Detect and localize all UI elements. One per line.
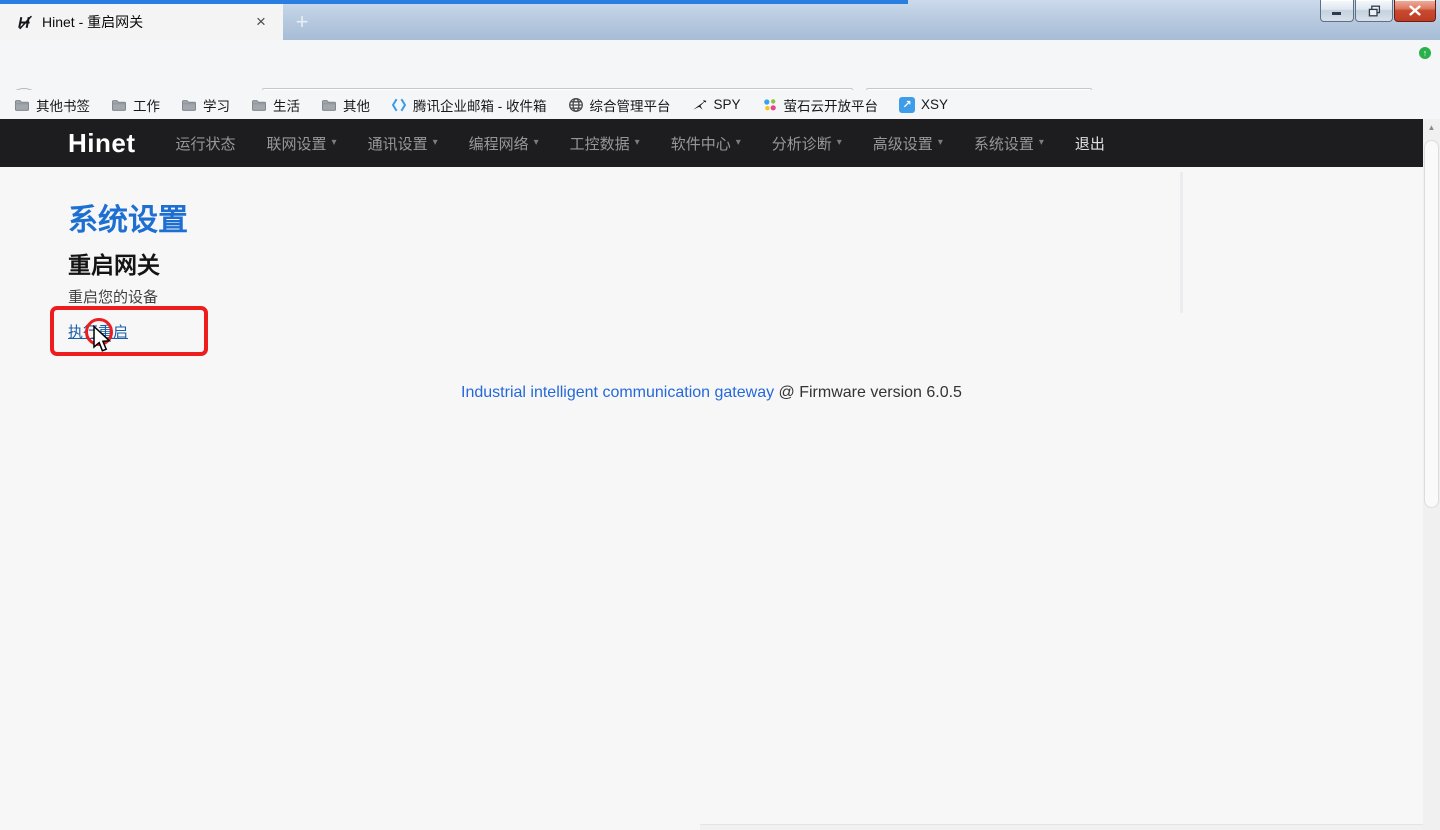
annotation-red-box	[50, 306, 208, 356]
window-controls	[1319, 0, 1436, 22]
chevron-down-icon: ▾	[332, 138, 337, 148]
scrollbar-thumb[interactable]	[1424, 140, 1439, 508]
bookmark-label: SPY	[714, 97, 741, 112]
chevron-down-icon: ▾	[635, 138, 640, 148]
bookmark-item[interactable]: SPY	[692, 93, 741, 117]
site-nav-item[interactable]: 工控数据 ▾	[570, 133, 640, 154]
bookmark-icon	[14, 97, 30, 113]
bookmark-label: 学习	[203, 95, 230, 115]
footer-gateway-link[interactable]: Industrial intelligent communication gat…	[461, 384, 774, 401]
site-nav-item-label: 工控数据	[570, 133, 630, 154]
site-nav-item-label: 软件中心	[671, 133, 731, 154]
bookmark-item[interactable]: 萤石云开放平台	[762, 93, 879, 117]
bookmark-item[interactable]: 腾讯企业邮箱 - 收件箱	[391, 93, 547, 117]
content-divider	[1180, 172, 1183, 313]
bookmark-icon	[692, 97, 708, 113]
close-window-button[interactable]	[1394, 0, 1436, 22]
restore-button[interactable]	[1355, 0, 1393, 22]
bookmark-label: 综合管理平台	[590, 95, 671, 115]
site-nav-item[interactable]: 运行状态	[176, 133, 236, 154]
hinet-favicon-icon	[16, 14, 33, 31]
bookmarks-bar: 其他书签 工作 学习 生活 其他 腾讯企业邮箱 - 收件箱 综合管理平台 SPY…	[0, 90, 1440, 119]
site-nav-item-label: 系统设置	[974, 133, 1034, 154]
bookmark-label: 其他书签	[36, 95, 90, 115]
site-nav-item[interactable]: 分析诊断 ▾	[772, 133, 842, 154]
site-nav-item[interactable]: 通讯设置 ▾	[368, 133, 438, 154]
footer-version-text: @ Firmware version 6.0.5	[774, 384, 962, 401]
site-nav-item[interactable]: 高级设置 ▾	[873, 133, 943, 154]
bookmark-icon	[568, 97, 584, 113]
site-nav-item-label: 联网设置	[267, 133, 327, 154]
site-nav-item-label: 运行状态	[176, 133, 236, 154]
new-tab-button[interactable]: +	[286, 8, 318, 36]
page-description: 重启您的设备	[68, 286, 158, 307]
browser-tab[interactable]: Hinet - 重启网关 ×	[0, 4, 283, 40]
site-navbar: Hinet 运行状态 联网设置 ▾ 通讯设置 ▾ 编程网络 ▾ 工控数据 ▾ 软…	[0, 119, 1423, 167]
bookmark-label: 萤石云开放平台	[784, 95, 879, 115]
bookmark-label: XSY	[921, 97, 948, 112]
mouse-cursor-icon	[91, 325, 113, 355]
site-nav-item-label: 高级设置	[873, 133, 933, 154]
site-nav-item[interactable]: 编程网络 ▾	[469, 133, 539, 154]
bookmark-item[interactable]: 生活	[251, 93, 300, 117]
site-brand[interactable]: Hinet	[68, 128, 136, 159]
site-nav-item-label: 编程网络	[469, 133, 529, 154]
chevron-down-icon: ▾	[837, 138, 842, 148]
bookmark-label: 其他	[343, 95, 370, 115]
page-title: 重启网关	[68, 246, 160, 280]
bookmark-item[interactable]: 其他	[321, 93, 370, 117]
update-badge: ↑	[1418, 46, 1432, 60]
bookmark-item[interactable]: 工作	[111, 93, 160, 117]
bookmark-item[interactable]: 综合管理平台	[568, 93, 671, 117]
scroll-up-icon[interactable]: ▲	[1423, 119, 1440, 135]
bookmark-icon	[391, 97, 407, 113]
bookmark-item[interactable]: 学习	[181, 93, 230, 117]
bookmark-icon	[321, 97, 337, 113]
bookmark-item[interactable]: ↗ XSY	[899, 93, 948, 117]
site-nav-item[interactable]: 系统设置 ▾	[974, 133, 1044, 154]
site-nav-item-label: 退出	[1075, 133, 1105, 154]
section-title: 系统设置	[68, 195, 188, 239]
site-nav-item[interactable]: 软件中心 ▾	[671, 133, 741, 154]
tab-close-icon[interactable]: ×	[249, 10, 273, 34]
window-titlebar: Hinet - 重启网关 × +	[0, 0, 1440, 40]
page-footer: Industrial intelligent communication gat…	[0, 384, 1423, 402]
bookmark-label: 生活	[273, 95, 300, 115]
site-nav-items: 运行状态 联网设置 ▾ 通讯设置 ▾ 编程网络 ▾ 工控数据 ▾ 软件中心 ▾ …	[176, 133, 1136, 154]
bookmark-icon	[181, 97, 197, 113]
bookmark-item[interactable]: 其他书签	[14, 93, 90, 117]
bookmark-label: 工作	[133, 95, 160, 115]
page-viewport: Hinet 运行状态 联网设置 ▾ 通讯设置 ▾ 编程网络 ▾ 工控数据 ▾ 软…	[0, 119, 1440, 830]
vertical-scrollbar[interactable]: ▲	[1423, 119, 1440, 830]
site-nav-item-label: 分析诊断	[772, 133, 832, 154]
bookmark-icon	[251, 97, 267, 113]
site-nav-item[interactable]: 联网设置 ▾	[267, 133, 337, 154]
site-nav-item[interactable]: 退出	[1075, 133, 1105, 154]
tab-title: Hinet - 重启网关	[42, 12, 243, 32]
browser-toolbar: ← → 192.168.9.99/cgi-bin/luci/;stok=489f…	[0, 40, 1440, 90]
bookmark-icon	[762, 97, 778, 113]
horizontal-scrollbar-hint	[700, 824, 1423, 830]
site-nav-item-label: 通讯设置	[368, 133, 428, 154]
minimize-button[interactable]	[1320, 0, 1354, 22]
chevron-down-icon: ▾	[433, 138, 438, 148]
chevron-down-icon: ▾	[736, 138, 741, 148]
bookmark-icon: ↗	[899, 97, 915, 113]
bookmark-icon	[111, 97, 127, 113]
chevron-down-icon: ▾	[938, 138, 943, 148]
chevron-down-icon: ▾	[534, 138, 539, 148]
chevron-down-icon: ▾	[1039, 138, 1044, 148]
bookmark-label: 腾讯企业邮箱 - 收件箱	[413, 95, 547, 115]
